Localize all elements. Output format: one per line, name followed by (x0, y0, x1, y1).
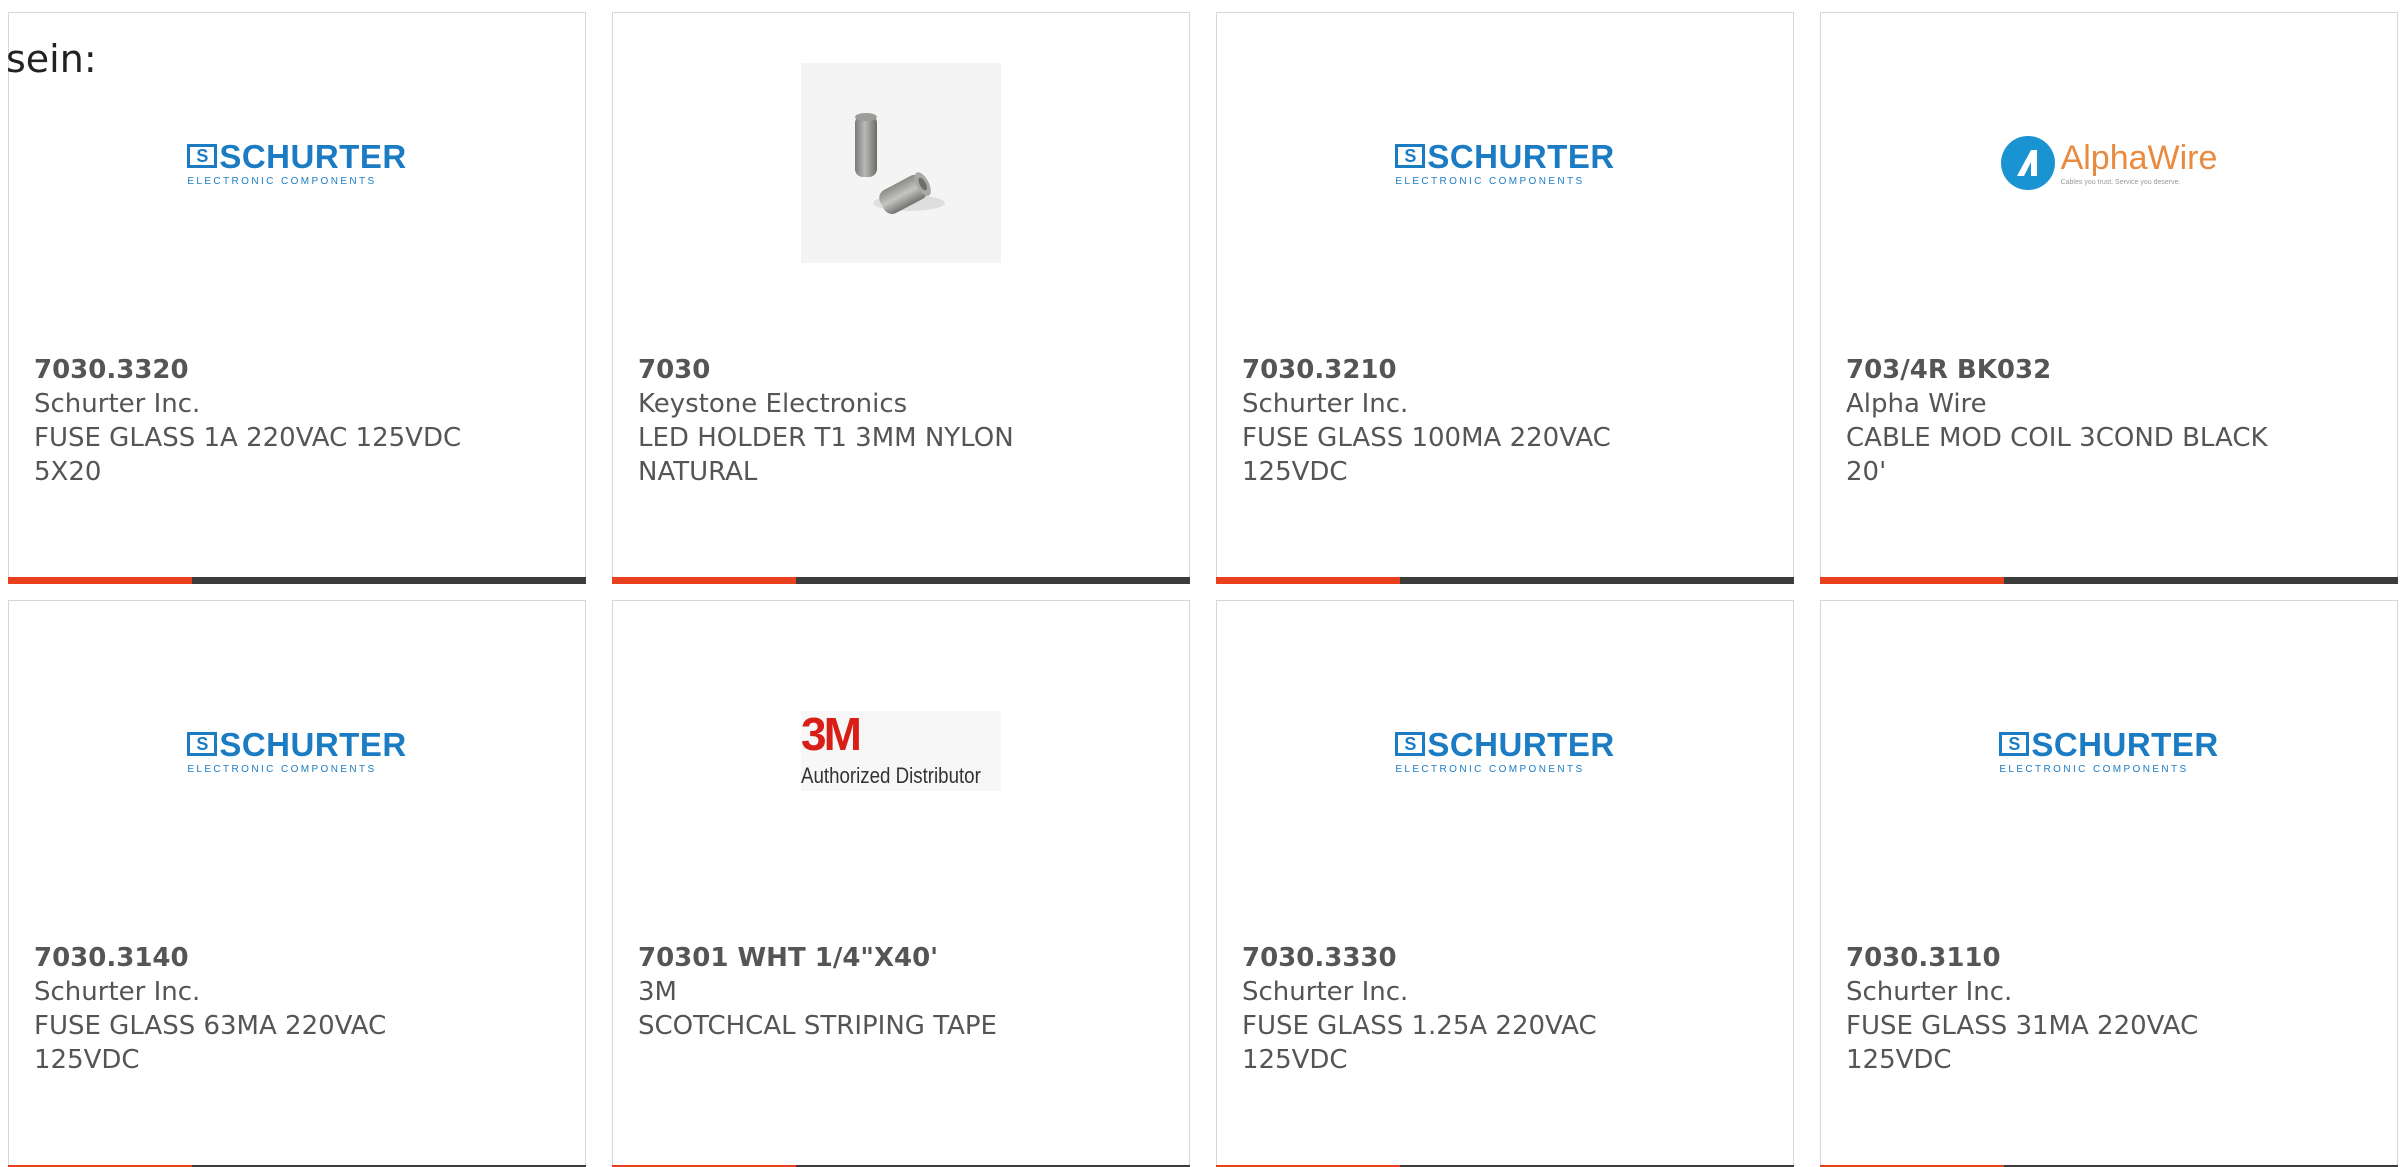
manufacturer-name: 3M (638, 977, 677, 1007)
product-image-area[interactable]: S SCHURTER ELECTRONIC COMPONENTS (1821, 651, 2397, 851)
product-card[interactable]: 3M Authorized Distributor 70301 WHT 1/4"X4… (612, 600, 1190, 1167)
manufacturer-name: Keystone Electronics (638, 389, 908, 419)
product-description: SCOTCHCAL STRIPING TAPE (638, 1011, 997, 1041)
product-image-area[interactable]: AlphaWire Cables you trust. Service you d… (1821, 63, 2397, 263)
schurter-subtitle: ELECTRONIC COMPONENTS (187, 175, 377, 187)
card-bottom-bar (2004, 577, 2398, 584)
product-info: 7030.3320 Schurter Inc. FUSE GLASS 1A 220V… (34, 353, 560, 489)
product-description: FUSE GLASS 31MA 220VAC 125VDC (1846, 1011, 2199, 1075)
product-grid-page: sein: S SCHURTER ELECTRONIC COMPONENTS 7030… (0, 0, 2400, 1167)
product-image-area[interactable]: S SCHURTER ELECTRONIC COMPONENTS (9, 63, 585, 263)
threem-tagline: Authorized Distributor (801, 763, 981, 788)
intro-text: sein: (6, 37, 97, 81)
card-bottom-bar (192, 577, 586, 584)
product-info: 703/4R BK032 Alpha Wire CABLE MOD COIL 3CO… (1846, 353, 2372, 489)
schurter-wordmark: SCHURTER (1427, 725, 1615, 763)
part-number-link[interactable]: 7030.3210 (1242, 353, 1768, 387)
part-number-link[interactable]: 7030.3320 (34, 353, 560, 387)
product-card[interactable]: S SCHURTER ELECTRONIC COMPONENTS 7030.3210 S… (1216, 12, 1794, 584)
product-description: FUSE GLASS 1A 220VAC 125VDC 5X20 (34, 423, 462, 487)
alphawire-wordmark: AlphaWire (2060, 138, 2218, 177)
schurter-badge-icon: S (1395, 144, 1426, 168)
product-info: 7030.3210 Schurter Inc. FUSE GLASS 100MA 2… (1242, 353, 1768, 489)
card-bottom-bar (1400, 577, 1794, 584)
product-info: 7030.3140 Schurter Inc. FUSE GLASS 63MA 22… (34, 941, 560, 1077)
product-card[interactable]: S SCHURTER ELECTRONIC COMPONENTS 7030.3110 S… (1820, 600, 2398, 1167)
card-accent-bar (1216, 577, 1400, 584)
product-description: FUSE GLASS 63MA 220VAC 125VDC (34, 1011, 387, 1075)
product-image-area[interactable] (613, 63, 1189, 263)
product-card[interactable]: 7030 Keystone Electronics LED HOLDER T1 3M… (612, 12, 1190, 584)
card-accent-bar (8, 577, 192, 584)
card-bottom-bar (796, 577, 1190, 584)
manufacturer-name: Schurter Inc. (34, 977, 201, 1007)
schurter-badge-icon: S (1395, 732, 1426, 756)
part-number-link[interactable]: 7030.3140 (34, 941, 560, 975)
part-number-link[interactable]: 7030.3110 (1846, 941, 2372, 975)
product-card[interactable]: S SCHURTER ELECTRONIC COMPONENTS 7030.3330 S… (1216, 600, 1794, 1167)
schurter-logo: S SCHURTER ELECTRONIC COMPONENTS (1999, 728, 2218, 775)
product-description: LED HOLDER T1 3MM NYLON NATURAL (638, 423, 1014, 487)
product-description: CABLE MOD COIL 3COND BLACK 20' (1846, 423, 2268, 487)
product-image-area[interactable]: S SCHURTER ELECTRONIC COMPONENTS (9, 651, 585, 851)
alphawire-tagline: Cables you trust. Service you deserve. (2060, 178, 2181, 186)
manufacturer-name: Alpha Wire (1846, 389, 1987, 419)
manufacturer-name: Schurter Inc. (34, 389, 201, 419)
product-image-area[interactable]: S SCHURTER ELECTRONIC COMPONENTS (1217, 651, 1793, 851)
schurter-badge-icon: S (187, 732, 218, 756)
threem-logo: 3M Authorized Distributor (801, 711, 1001, 791)
schurter-wordmark: SCHURTER (1427, 137, 1615, 175)
product-image-area[interactable]: S SCHURTER ELECTRONIC COMPONENTS (1217, 63, 1793, 263)
schurter-subtitle: ELECTRONIC COMPONENTS (1395, 175, 1585, 187)
schurter-logo: S SCHURTER ELECTRONIC COMPONENTS (1395, 140, 1614, 187)
alphawire-mark-icon (2000, 136, 2055, 190)
schurter-logo: S SCHURTER ELECTRONIC COMPONENTS (187, 728, 406, 775)
product-card[interactable]: S SCHURTER ELECTRONIC COMPONENTS 7030.3140 S… (8, 600, 586, 1167)
schurter-badge-icon: S (1999, 732, 2030, 756)
threem-wordmark: 3M (801, 708, 862, 760)
product-description: FUSE GLASS 100MA 220VAC 125VDC (1242, 423, 1611, 487)
schurter-badge-icon: S (187, 144, 218, 168)
schurter-wordmark: SCHURTER (219, 725, 407, 763)
schurter-logo: S SCHURTER ELECTRONIC COMPONENTS (1395, 728, 1614, 775)
product-card[interactable]: AlphaWire Cables you trust. Service you d… (1820, 12, 2398, 584)
product-info: 70301 WHT 1/4"X40' 3M SCOTCHCAL STRIPING T… (638, 941, 1164, 1043)
manufacturer-name: Schurter Inc. (1846, 977, 2013, 1007)
product-info: 7030.3110 Schurter Inc. FUSE GLASS 31MA 22… (1846, 941, 2372, 1077)
schurter-logo: S SCHURTER ELECTRONIC COMPONENTS (187, 140, 406, 187)
alphawire-logo: AlphaWire Cables you trust. Service you d… (2000, 136, 2218, 190)
product-description: FUSE GLASS 1.25A 220VAC 125VDC (1242, 1011, 1597, 1075)
part-number-link[interactable]: 7030 (638, 353, 1164, 387)
schurter-wordmark: SCHURTER (219, 137, 407, 175)
product-image-area[interactable]: 3M Authorized Distributor (613, 651, 1189, 851)
schurter-wordmark: SCHURTER (2031, 725, 2219, 763)
part-number-link[interactable]: 7030.3330 (1242, 941, 1768, 975)
schurter-subtitle: ELECTRONIC COMPONENTS (1999, 763, 2189, 775)
product-card[interactable]: S SCHURTER ELECTRONIC COMPONENTS 7030.3320 S… (8, 12, 586, 584)
product-photo-image (801, 63, 1001, 263)
product-info: 7030.3330 Schurter Inc. FUSE GLASS 1.25A 2… (1242, 941, 1768, 1077)
card-accent-bar (612, 577, 796, 584)
manufacturer-name: Schurter Inc. (1242, 389, 1409, 419)
schurter-subtitle: ELECTRONIC COMPONENTS (187, 763, 377, 775)
schurter-subtitle: ELECTRONIC COMPONENTS (1395, 763, 1585, 775)
part-number-link[interactable]: 703/4R BK032 (1846, 353, 2372, 387)
part-number-link[interactable]: 70301 WHT 1/4"X40' (638, 941, 1164, 975)
manufacturer-name: Schurter Inc. (1242, 977, 1409, 1007)
product-info: 7030 Keystone Electronics LED HOLDER T1 3M… (638, 353, 1164, 489)
card-accent-bar (1820, 577, 2004, 584)
